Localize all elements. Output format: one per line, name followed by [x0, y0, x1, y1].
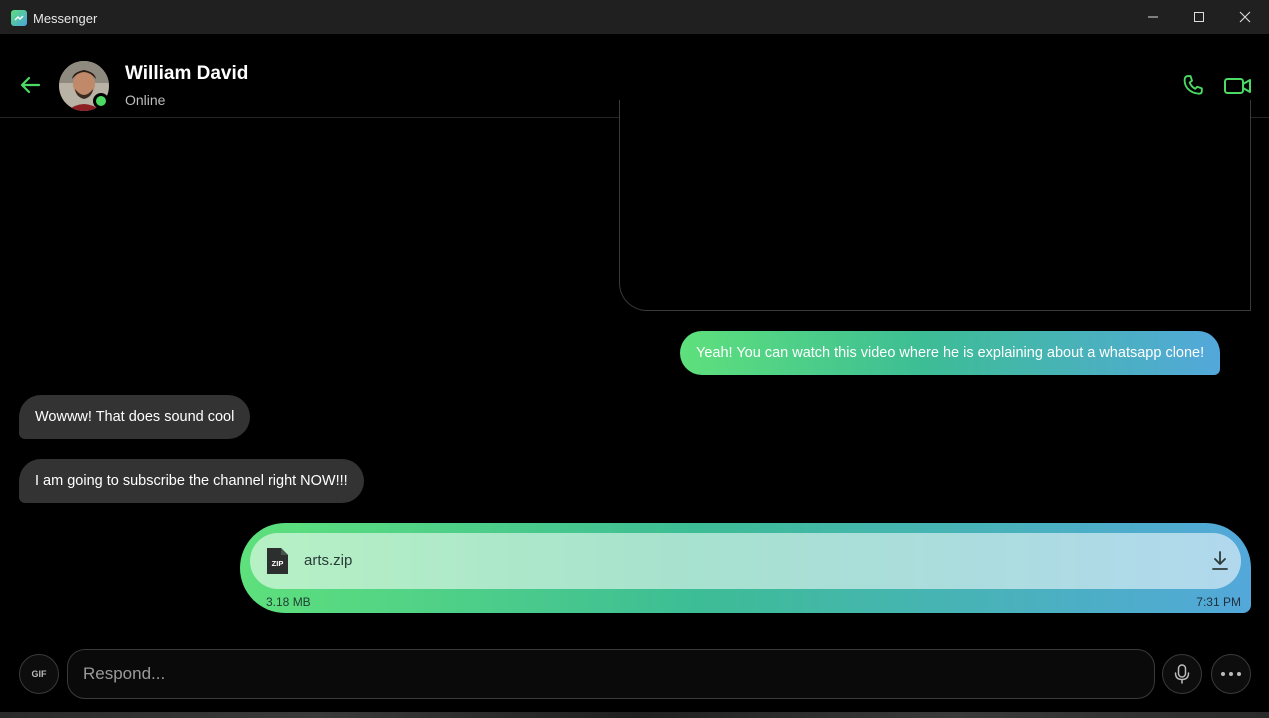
message-input[interactable]	[67, 649, 1155, 699]
back-button[interactable]	[18, 72, 44, 98]
message-text: Yeah! You can watch this video where he …	[696, 345, 1205, 361]
more-dots-icon	[1221, 672, 1241, 676]
contact-name[interactable]: William David	[125, 63, 248, 85]
back-arrow-icon	[20, 76, 41, 94]
video-call-button[interactable]	[1223, 72, 1253, 100]
zip-badge-text: ZIP	[272, 559, 284, 568]
message-bubble-incoming[interactable]: Wowww! That does sound cool	[19, 395, 251, 439]
message-bubble-outgoing[interactable]: Yeah! You can watch this video where he …	[680, 331, 1221, 375]
video-camera-icon	[1224, 78, 1251, 94]
file-message-bubble[interactable]: ZIP arts.zip 3.18 MB 7:31 PM	[240, 523, 1251, 613]
gif-label: GIF	[31, 669, 47, 679]
gif-button[interactable]: GIF	[19, 654, 59, 694]
download-icon	[1212, 551, 1228, 570]
file-name: arts.zip	[304, 552, 353, 569]
file-size: 3.18 MB	[266, 595, 311, 609]
minimize-button[interactable]	[1130, 0, 1176, 34]
maximize-button[interactable]	[1176, 0, 1222, 34]
title-bar: Messenger	[0, 0, 1269, 34]
window-title: Messenger	[33, 11, 98, 26]
download-button[interactable]	[1210, 550, 1230, 572]
online-status-dot	[93, 93, 109, 109]
phone-icon	[1183, 75, 1203, 95]
close-button[interactable]	[1222, 0, 1268, 34]
message-text: Wowww! That does sound cool	[35, 409, 235, 425]
message-text: I am going to subscribe the channel righ…	[35, 473, 348, 489]
window-bottom-edge	[0, 712, 1269, 718]
contact-status: Online	[125, 92, 166, 108]
file-attachment[interactable]: ZIP arts.zip	[250, 533, 1241, 589]
voice-message-button[interactable]	[1162, 654, 1202, 694]
voice-call-button[interactable]	[1180, 72, 1208, 100]
video-message-card[interactable]	[619, 100, 1251, 311]
messenger-app-icon	[11, 10, 27, 26]
zip-file-icon: ZIP	[265, 546, 290, 576]
microphone-icon	[1174, 664, 1190, 684]
more-options-button[interactable]	[1211, 654, 1251, 694]
message-bubble-incoming[interactable]: I am going to subscribe the channel righ…	[19, 459, 364, 503]
message-timestamp: 7:31 PM	[1196, 595, 1241, 609]
